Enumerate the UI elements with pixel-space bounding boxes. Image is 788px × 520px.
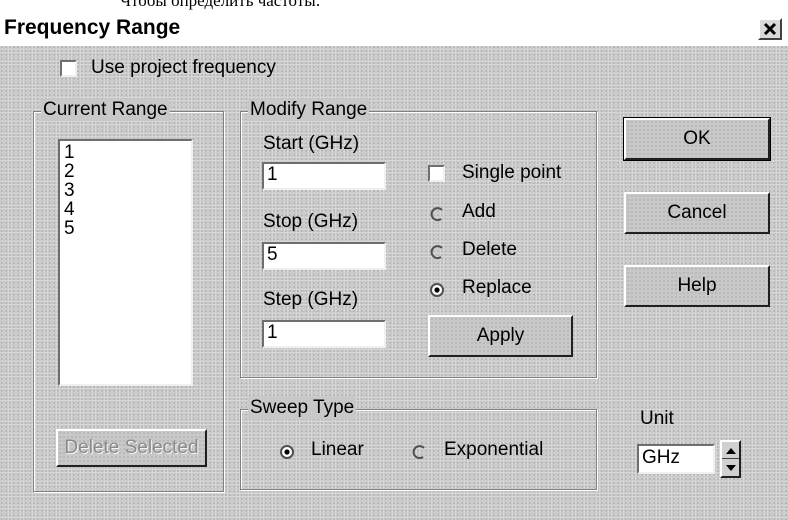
step-value: 1 (267, 322, 278, 343)
spin-up-button[interactable] (722, 442, 739, 459)
list-item[interactable]: 2 (60, 162, 75, 181)
add-radio[interactable] (430, 207, 444, 221)
list-item[interactable]: 5 (60, 219, 75, 238)
linear-radio[interactable] (280, 445, 294, 459)
exponential-label: Exponential (444, 439, 544, 460)
cancel-label: Cancel (667, 202, 727, 223)
stop-field[interactable]: 5 (262, 242, 386, 270)
start-field[interactable]: 1 (262, 162, 386, 190)
dialog-titlebar: Frequency Range (0, 13, 788, 46)
cancel-button[interactable]: Cancel (624, 192, 770, 234)
document-text-line: Чтобы определить частоты: (120, 0, 321, 10)
frequency-range-dialog: Frequency Range Use project frequency Cu… (0, 13, 788, 520)
current-range-list[interactable]: 1 2 3 4 5 (58, 139, 193, 386)
unit-value: GHz (642, 447, 680, 468)
list-item[interactable]: 3 (60, 181, 75, 200)
modify-range-legend: Modify Range (248, 99, 370, 121)
unit-field[interactable]: GHz (637, 444, 715, 474)
arrow-down-icon (725, 464, 736, 471)
current-range-legend: Current Range (41, 99, 170, 121)
apply-button[interactable]: Apply (428, 315, 573, 357)
help-button[interactable]: Help (624, 265, 770, 307)
ok-label: OK (683, 128, 711, 149)
dialog-title: Frequency Range (4, 16, 181, 39)
single-point-label: Single point (462, 162, 562, 183)
use-project-frequency-label: Use project frequency (91, 57, 276, 78)
list-item[interactable]: 4 (60, 200, 75, 219)
replace-label: Replace (462, 277, 532, 298)
ok-button[interactable]: OK (623, 117, 771, 161)
unit-spinner[interactable] (720, 440, 741, 478)
start-value: 1 (267, 164, 278, 185)
replace-radio[interactable] (430, 283, 444, 297)
single-point-checkbox[interactable] (428, 165, 445, 182)
list-item[interactable]: 1 (60, 143, 75, 162)
close-icon (763, 22, 777, 36)
sweep-type-legend: Sweep Type (248, 397, 357, 419)
delete-selected-button[interactable]: Delete Selected (56, 429, 207, 467)
step-label: Step (GHz) (263, 289, 359, 310)
add-label: Add (462, 201, 496, 222)
arrow-up-icon (725, 447, 736, 454)
linear-label: Linear (311, 439, 364, 460)
delete-selected-label: Delete Selected (64, 437, 199, 458)
delete-label: Delete (462, 239, 517, 260)
spin-down-button[interactable] (722, 459, 739, 476)
stop-value: 5 (267, 244, 278, 265)
apply-label: Apply (476, 325, 525, 346)
close-button[interactable] (758, 18, 782, 40)
unit-label: Unit (640, 408, 674, 429)
step-field[interactable]: 1 (262, 320, 386, 348)
stop-label: Stop (GHz) (263, 211, 359, 232)
use-project-frequency-checkbox[interactable] (60, 60, 77, 77)
delete-radio[interactable] (430, 245, 444, 259)
exponential-radio[interactable] (412, 445, 426, 459)
help-label: Help (677, 275, 717, 296)
start-label: Start (GHz) (263, 133, 360, 154)
